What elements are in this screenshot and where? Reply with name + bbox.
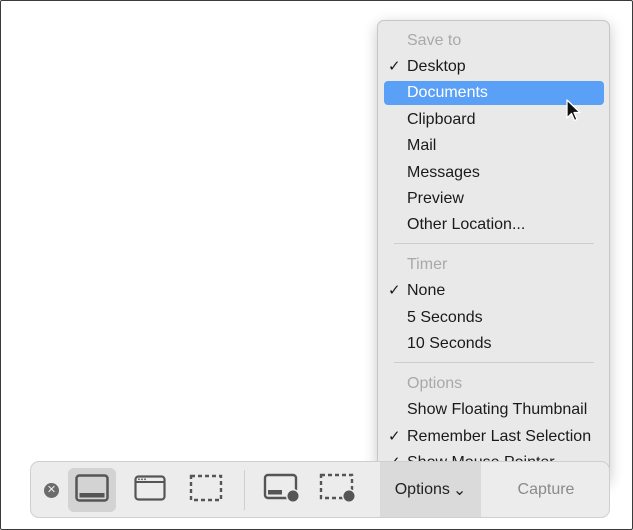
- capture-selected-portion-button[interactable]: [182, 468, 230, 512]
- checkmark-icon: ✓: [388, 428, 401, 445]
- menu-item-label: Preview: [407, 190, 464, 207]
- menu-item-preview[interactable]: Preview: [378, 187, 609, 211]
- menu-item-label: Clipboard: [407, 111, 476, 128]
- capture-button-label: Capture: [517, 480, 575, 498]
- menu-item-label: Desktop: [407, 58, 466, 75]
- capture-selected-portion-icon: [189, 474, 223, 507]
- record-entire-screen-icon: [263, 472, 303, 509]
- screenshot-toolbar: ✕ Options ⌄ Capture: [30, 461, 610, 518]
- menu-item-label: Other Location...: [407, 216, 526, 233]
- options-button-label: Options: [394, 480, 450, 498]
- menu-item-other-location[interactable]: Other Location...: [378, 213, 609, 237]
- menu-item-label: None: [407, 282, 446, 299]
- menu-item-show-floating-thumbnail[interactable]: Show Floating Thumbnail: [378, 398, 609, 422]
- menu-item-timer-none[interactable]: ✓ None: [378, 279, 609, 303]
- capture-entire-screen-button[interactable]: [68, 468, 116, 512]
- capture-selected-window-icon: [134, 474, 166, 506]
- menu-item-label: Messages: [407, 164, 480, 181]
- menu-item-label: 5 Seconds: [407, 309, 483, 326]
- menu-item-label: Documents: [407, 84, 488, 101]
- menu-separator: [394, 243, 594, 244]
- menu-header-options: Options: [407, 375, 463, 392]
- menu-item-messages[interactable]: Messages: [378, 161, 609, 185]
- menu-item-label: 10 Seconds: [407, 335, 492, 352]
- record-selected-portion-button[interactable]: [315, 468, 363, 512]
- capture-button[interactable]: Capture: [483, 462, 609, 517]
- close-icon[interactable]: ✕: [44, 483, 59, 498]
- menu-header-timer: Timer: [407, 256, 448, 273]
- capture-selected-window-button[interactable]: [126, 468, 174, 512]
- mouse-pointer-icon: [566, 99, 582, 128]
- capture-entire-screen-icon: [75, 473, 109, 507]
- options-menu: Save to ✓ Desktop Documents Clipboard Ma…: [377, 20, 610, 481]
- menu-header-save-to: Save to: [407, 32, 462, 49]
- checkmark-icon: ✓: [388, 58, 401, 75]
- toolbar-divider: [244, 470, 245, 510]
- menu-item-label: Mail: [407, 137, 437, 154]
- menu-item-timer-5-seconds[interactable]: 5 Seconds: [378, 306, 609, 330]
- checkmark-icon: ✓: [388, 282, 401, 299]
- menu-item-label: Remember Last Selection: [407, 428, 592, 445]
- menu-item-label: Show Floating Thumbnail: [407, 401, 588, 418]
- menu-item-desktop[interactable]: ✓ Desktop: [378, 55, 609, 79]
- menu-item-remember-last-selection[interactable]: ✓ Remember Last Selection: [378, 425, 609, 449]
- menu-separator: [394, 362, 594, 363]
- chevron-down-icon: ⌄: [452, 481, 467, 499]
- record-entire-screen-button[interactable]: [259, 468, 307, 512]
- options-button[interactable]: Options ⌄: [380, 462, 481, 517]
- record-selected-portion-icon: [319, 472, 359, 509]
- menu-item-mail[interactable]: Mail: [378, 134, 609, 158]
- menu-item-timer-10-seconds[interactable]: 10 Seconds: [378, 332, 609, 356]
